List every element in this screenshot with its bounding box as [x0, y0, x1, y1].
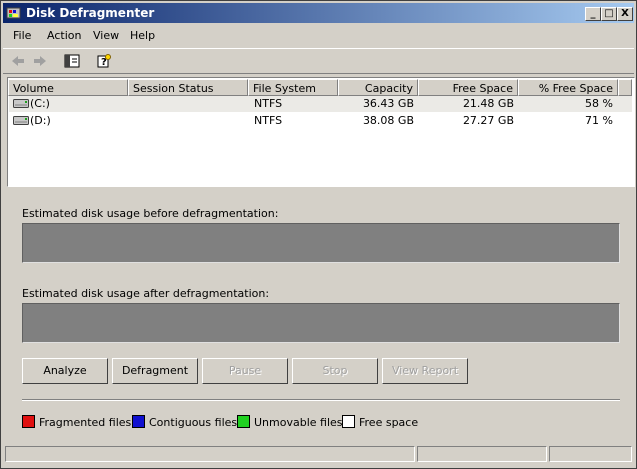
maximize-button[interactable]: □: [601, 7, 617, 21]
volume-name: (D:): [30, 114, 51, 127]
hard-drive-icon: [13, 116, 29, 125]
before-defrag-usage-bar: [22, 223, 620, 263]
after-defrag-usage-bar: [22, 303, 620, 343]
column-header-session-status[interactable]: Session Status: [128, 79, 248, 96]
legend-contiguous-files: Contiguous files: [132, 415, 237, 429]
column-header-volume[interactable]: Volume: [8, 79, 128, 96]
status-pane-2: [417, 446, 547, 462]
help-icon[interactable]: ?: [95, 53, 113, 69]
divider: [22, 399, 620, 401]
volume-list[interactable]: Volume Session Status File System Capaci…: [7, 77, 635, 187]
menu-help[interactable]: Help: [130, 29, 155, 42]
title-bar[interactable]: Disk Defragmenter _ □ X: [3, 3, 634, 23]
back-arrow-icon[interactable]: [9, 53, 27, 69]
column-header-filler: [618, 79, 632, 96]
toolbar: ?: [3, 48, 634, 74]
hard-drive-icon: [13, 99, 29, 108]
pause-button[interactable]: Pause: [202, 358, 288, 384]
free-space: 21.48 GB: [462, 97, 514, 110]
forward-arrow-icon[interactable]: [31, 53, 49, 69]
capacity: 36.43 GB: [362, 97, 414, 110]
volume-row[interactable]: (C:) NTFS 36.43 GB 21.48 GB 58 %: [9, 96, 632, 112]
capacity: 38.08 GB: [362, 114, 414, 127]
minimize-button[interactable]: _: [585, 7, 601, 21]
status-pane-3: [549, 446, 632, 462]
menu-view[interactable]: View: [93, 29, 119, 42]
window-title: Disk Defragmenter: [26, 6, 155, 20]
fragmented-swatch: [22, 415, 35, 428]
menu-bar: File Action View Help: [3, 26, 634, 46]
disk-defragmenter-app-icon: [6, 7, 21, 19]
volume-row[interactable]: (D:) NTFS 38.08 GB 27.27 GB 71 %: [9, 113, 632, 129]
column-header-percent-free-space[interactable]: % Free Space: [518, 79, 618, 96]
analysis-panel: Estimated disk usage before defragmentat…: [7, 187, 633, 441]
status-bar: [3, 444, 634, 464]
legend-free-space: Free space: [342, 415, 418, 429]
menu-file[interactable]: File: [13, 29, 31, 42]
before-defrag-label: Estimated disk usage before defragmentat…: [22, 207, 279, 220]
after-defrag-label: Estimated disk usage after defragmentati…: [22, 287, 270, 300]
column-header-capacity[interactable]: Capacity: [338, 79, 418, 96]
contiguous-swatch: [132, 415, 145, 428]
file-system: NTFS: [254, 97, 283, 110]
close-button[interactable]: X: [617, 7, 633, 21]
show-hide-console-tree-icon[interactable]: [63, 53, 81, 69]
legend-label: Contiguous files: [149, 416, 238, 429]
file-system: NTFS: [254, 114, 283, 127]
disk-defragmenter-window: Disk Defragmenter _ □ X File Action View…: [0, 0, 637, 469]
legend-unmovable-files: Unmovable files: [237, 415, 343, 429]
free-space: 27.27 GB: [462, 114, 514, 127]
analyze-button[interactable]: Analyze: [22, 358, 108, 384]
defragment-button[interactable]: Defragment: [112, 358, 198, 384]
stop-button[interactable]: Stop: [292, 358, 378, 384]
unmovable-swatch: [237, 415, 250, 428]
column-header-free-space[interactable]: Free Space: [418, 79, 518, 96]
legend-fragmented-files: Fragmented files: [22, 415, 131, 429]
column-header-file-system[interactable]: File System: [248, 79, 338, 96]
legend-label: Free space: [359, 416, 419, 429]
legend-label: Fragmented files: [39, 416, 132, 429]
free-space-swatch: [342, 415, 355, 428]
percent-free-space: 71 %: [585, 114, 613, 127]
status-pane-main: [5, 446, 415, 462]
view-report-button[interactable]: View Report: [382, 358, 468, 384]
legend-label: Unmovable files: [254, 416, 343, 429]
volume-name: (C:): [30, 97, 50, 110]
menu-action[interactable]: Action: [47, 29, 81, 42]
percent-free-space: 58 %: [585, 97, 613, 110]
